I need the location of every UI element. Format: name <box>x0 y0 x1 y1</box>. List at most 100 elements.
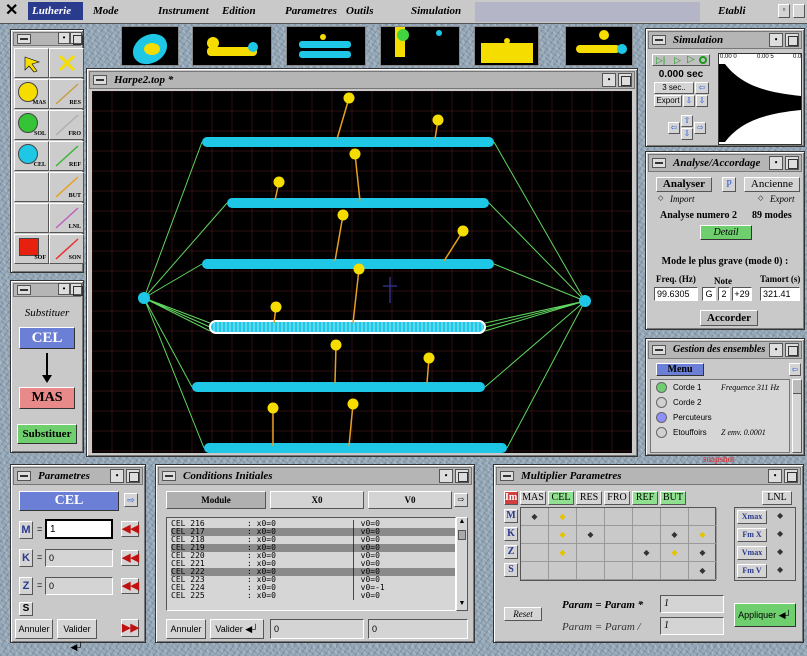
ensemble-item[interactable]: Etouffoirs Z emv. 0.0001 <box>651 425 789 440</box>
minimize-icon[interactable]: • <box>769 156 783 170</box>
row-z-button[interactable]: Z <box>504 545 518 559</box>
multiplier-cell[interactable] <box>521 544 549 562</box>
header-x0[interactable]: X0 <box>270 491 364 509</box>
tool-son[interactable]: SON <box>49 234 84 264</box>
multiply-input[interactable]: 1 <box>660 595 724 613</box>
window-menu-icon[interactable] <box>17 285 31 295</box>
col-ref-button[interactable]: REF <box>632 491 658 505</box>
params-p-button[interactable]: P <box>722 177 736 192</box>
window-menu-icon[interactable] <box>652 35 666 45</box>
header-v0[interactable]: V0 <box>368 491 452 509</box>
export-radio-icon[interactable]: ◇ <box>758 194 763 202</box>
window-menu-icon[interactable] <box>17 471 31 481</box>
header-arrow-icon[interactable]: ⇨ <box>454 493 468 507</box>
maximize-icon[interactable] <box>785 156 799 170</box>
hammer-mass[interactable] <box>347 398 359 410</box>
v0-input[interactable]: 0 <box>368 619 468 639</box>
param-m-input[interactable]: 1 <box>45 519 113 539</box>
instrument-thumbnail-2[interactable] <box>192 26 272 66</box>
ensemble-toggle-icon[interactable] <box>656 412 667 423</box>
param-k-reset-icon[interactable]: ◀◀ <box>121 550 139 566</box>
menu-lutherie[interactable]: Lutherie <box>32 5 71 17</box>
maximize-icon[interactable] <box>785 343 799 357</box>
scroll-thumb[interactable] <box>458 530 466 540</box>
multiplier-cell[interactable]: ◆ <box>661 526 689 544</box>
multiplier-cell[interactable] <box>549 562 577 580</box>
multiplier-cell[interactable] <box>577 562 605 580</box>
minimize-icon[interactable]: • <box>439 469 453 483</box>
table-row[interactable]: CEL 222: x0=0 | v0=0 <box>171 568 455 576</box>
lnl-row-button[interactable]: Fm X <box>737 528 767 542</box>
previous-button[interactable]: Ancienne <box>744 177 800 192</box>
hammer-mass[interactable] <box>343 92 355 104</box>
minimize-icon[interactable]: • <box>768 469 782 483</box>
ensemble-toggle-icon[interactable] <box>656 397 667 408</box>
maximize-icon[interactable] <box>70 32 83 45</box>
minimize-icon[interactable]: • <box>769 33 783 47</box>
nav-up-icon[interactable]: ⇧ <box>681 115 693 127</box>
table-row[interactable]: CEL 217: x0=0 | v0=0 <box>171 528 455 536</box>
table-row[interactable]: CEL 220: x0=0 | v0=0 <box>171 552 455 560</box>
tamort-field[interactable]: 321.41 <box>760 287 800 301</box>
instrument-thumbnail-3[interactable] <box>286 26 366 66</box>
tool-res[interactable]: RES <box>49 79 84 109</box>
row-s-button[interactable]: S <box>504 563 518 577</box>
conditions-scrollbar[interactable]: ▲ ▼ <box>456 517 468 611</box>
multiplier-cell[interactable] <box>605 526 633 544</box>
multiplier-cell[interactable]: ◆ <box>661 544 689 562</box>
tool-mas[interactable]: MAS <box>14 79 49 109</box>
menu-edition[interactable]: Edition <box>222 5 256 17</box>
ensemble-toggle-icon[interactable] <box>656 382 667 393</box>
spring-links[interactable] <box>143 141 586 449</box>
param-validate-button[interactable]: Valider ◀┘ <box>57 619 97 652</box>
multiplier-cell[interactable] <box>661 562 689 580</box>
param-s-button[interactable]: S <box>19 602 33 616</box>
col-fro-button[interactable]: FRO <box>604 491 630 505</box>
diamond-icon[interactable]: ◆ <box>777 529 783 538</box>
hammer-rod[interactable] <box>336 97 350 140</box>
table-row[interactable]: CEL 216: x0=0 | v0=0 <box>171 520 455 528</box>
table-row[interactable]: CEL 219: x0=0 | v0=0 <box>171 544 455 552</box>
instrument-canvas[interactable] <box>92 91 632 453</box>
import-radio-icon[interactable]: ◇ <box>658 194 663 202</box>
note-field[interactable]: G <box>702 287 716 301</box>
play-icon[interactable]: ▷ <box>674 55 681 66</box>
nav-down-icon[interactable]: ⇩ <box>681 128 693 140</box>
multiplier-cell[interactable]: ◆ <box>689 544 717 562</box>
multiplier-cell[interactable]: ◆ <box>577 526 605 544</box>
octave-field[interactable]: 2 <box>718 287 730 301</box>
param-z-input[interactable]: 0 <box>45 577 113 595</box>
menu-instrument[interactable]: Instrument <box>158 5 209 17</box>
hammer-mass[interactable] <box>353 263 365 275</box>
diamond-icon[interactable]: ◆ <box>777 547 783 556</box>
multiplier-cell[interactable]: ◆ <box>633 544 661 562</box>
ensembles-scrollbar[interactable] <box>792 379 802 453</box>
multiplier-cell[interactable]: ◆ <box>549 544 577 562</box>
tool-cursor[interactable] <box>14 48 49 78</box>
freq-field[interactable]: 99.6305 <box>654 287 698 301</box>
ensemble-item[interactable]: Percuteurs <box>651 410 789 425</box>
maximize-icon[interactable] <box>70 283 83 296</box>
step-play-icon[interactable]: ▷| <box>656 55 665 66</box>
hammer-mass[interactable] <box>423 352 435 364</box>
col-mas-button[interactable]: MAS <box>520 491 546 505</box>
string-3[interactable] <box>202 259 494 269</box>
param-type-button[interactable]: CEL <box>19 491 119 511</box>
col-cel-button[interactable]: CEL <box>548 491 574 505</box>
instrument-thumbnail-1[interactable] <box>121 26 179 66</box>
window-menu-icon[interactable] <box>652 158 666 168</box>
header-module[interactable]: Module <box>166 491 266 509</box>
menu-parametres[interactable]: Parametres <box>285 5 337 17</box>
param-z-reset-icon[interactable]: ◀◀ <box>121 578 139 594</box>
menu-simulation[interactable]: Simulation <box>411 5 461 17</box>
substitute-button[interactable]: Substituer <box>17 424 77 444</box>
maximize-icon[interactable] <box>785 33 799 47</box>
instrument-thumbnail-4[interactable] <box>380 26 460 66</box>
window-menu-icon[interactable] <box>17 34 31 44</box>
maximize-icon[interactable] <box>784 469 798 483</box>
nav-left-icon[interactable]: ⇦ <box>668 122 680 134</box>
string-1[interactable] <box>202 137 494 147</box>
anchor-left[interactable] <box>138 292 150 304</box>
diamond-icon[interactable]: ◆ <box>777 511 783 520</box>
instrument-thumbnail-6[interactable] <box>565 26 633 66</box>
